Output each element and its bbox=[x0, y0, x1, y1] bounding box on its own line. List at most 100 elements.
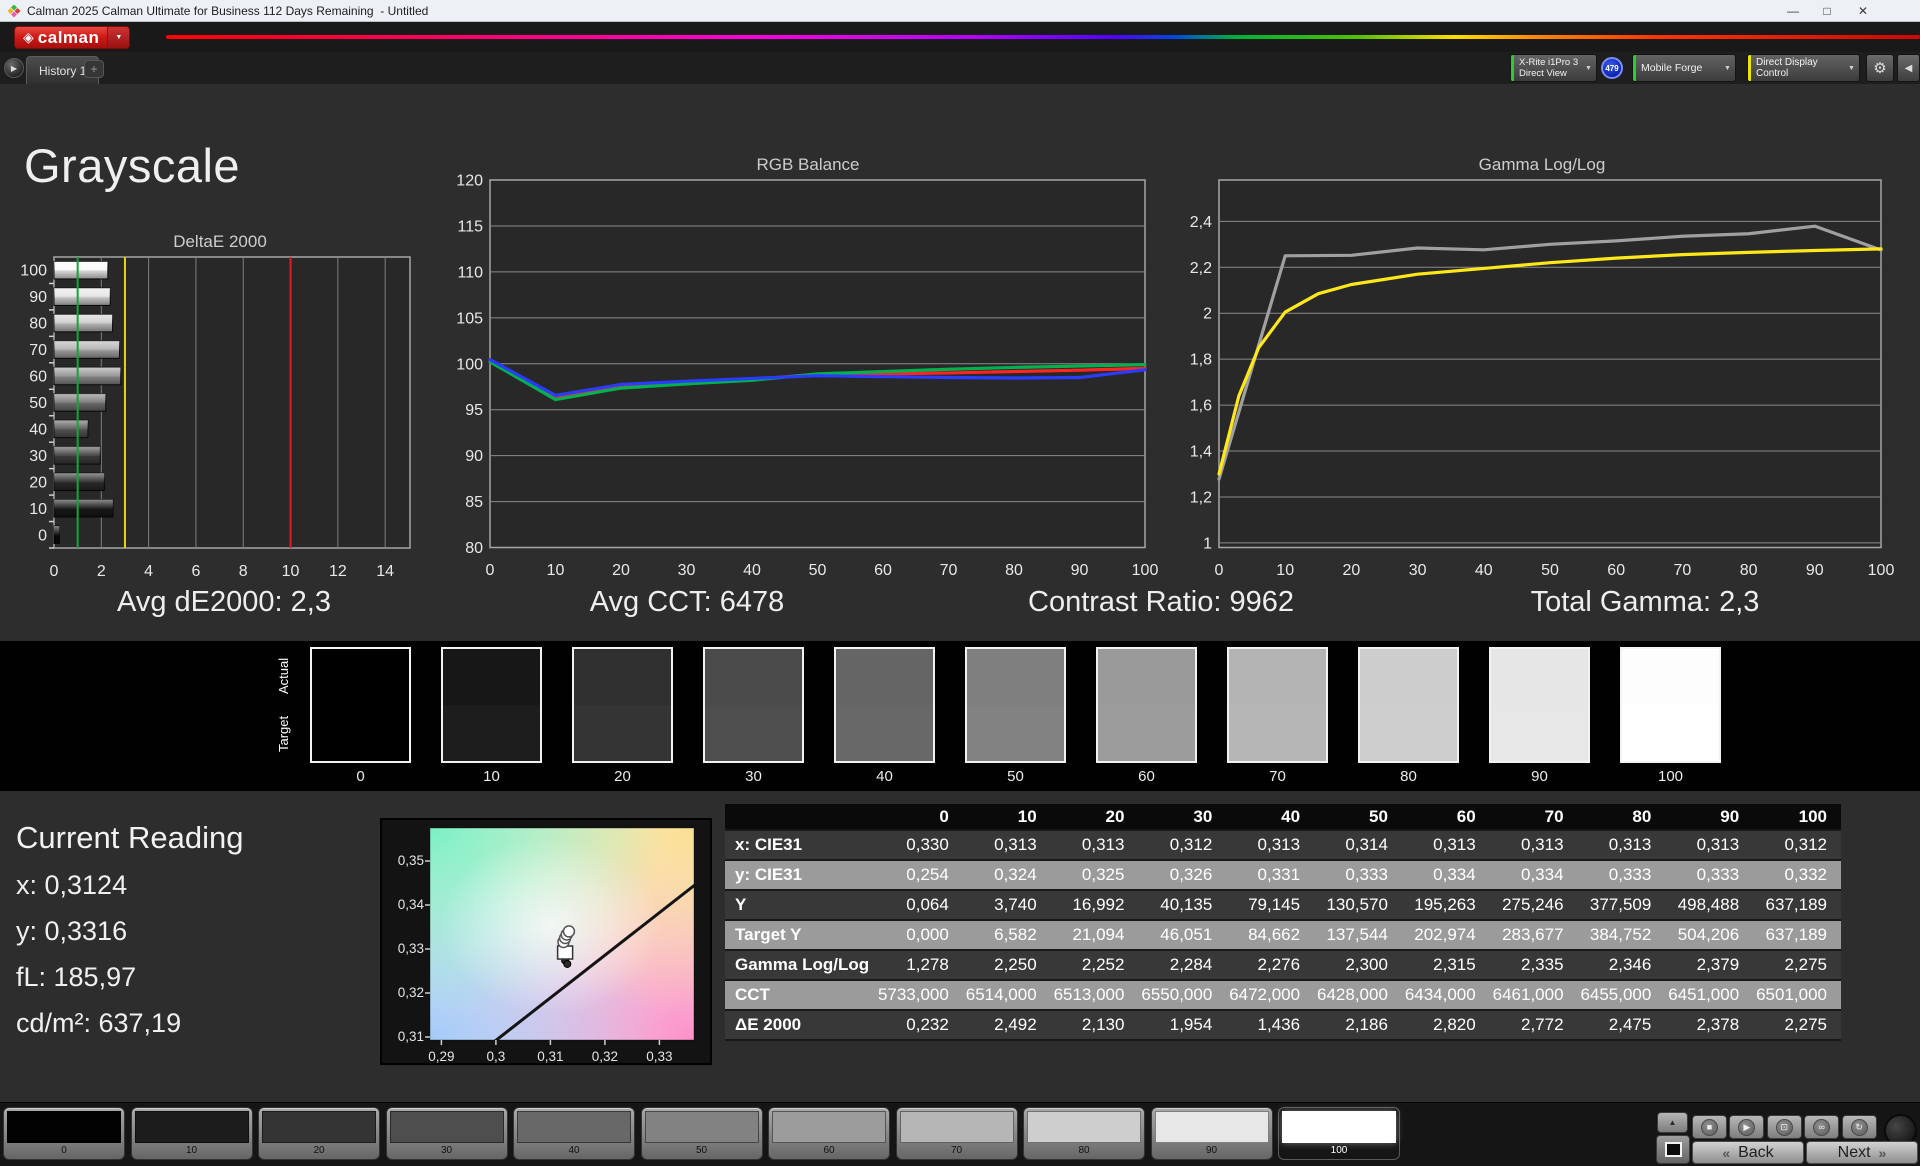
cie-xtick-label: 0,3 bbox=[474, 1049, 518, 1064]
page-title: Grayscale bbox=[24, 138, 240, 193]
pattern-bar-expand-button[interactable]: ▲ bbox=[1657, 1112, 1688, 1133]
swatch-label: 80 bbox=[1358, 768, 1459, 785]
table-cell: 130,570 bbox=[1314, 890, 1402, 920]
swatch-actual-color bbox=[443, 649, 540, 705]
table-cell: 2,378 bbox=[1665, 1010, 1753, 1040]
gamma-title: Gamma Log/Log bbox=[1479, 155, 1606, 174]
table-cell: 40,135 bbox=[1138, 890, 1226, 920]
table-cell: 0,313 bbox=[963, 830, 1051, 860]
rgb-ytick-label: 110 bbox=[457, 264, 483, 281]
cie-chart-overlay bbox=[380, 818, 712, 1065]
stat-contrast-ratio: Contrast Ratio: 9962 bbox=[1028, 586, 1294, 619]
table-cell: 275,246 bbox=[1490, 890, 1578, 920]
pattern-tile-0[interactable]: 0 bbox=[3, 1107, 125, 1160]
stat-total-gamma: Total Gamma: 2,3 bbox=[1531, 586, 1760, 619]
table-col-header-10: 10 bbox=[963, 804, 1051, 830]
rgb-xtick-label: 0 bbox=[486, 562, 495, 579]
cie-history-point bbox=[564, 960, 571, 967]
pattern-tile-label: 10 bbox=[132, 1145, 252, 1156]
display-control-dropdown[interactable]: Direct Display Control ▼ bbox=[1747, 54, 1860, 82]
table-cell: 2,492 bbox=[963, 1010, 1051, 1040]
rgb-xtick-label: 40 bbox=[743, 562, 761, 579]
deltae-xtick-label: 0 bbox=[50, 563, 59, 580]
gamma-xtick-label: 10 bbox=[1276, 562, 1294, 579]
loop-button[interactable]: ↻ bbox=[1842, 1115, 1877, 1139]
pattern-patch-color bbox=[1027, 1111, 1141, 1143]
settings-button[interactable]: ⚙ bbox=[1866, 54, 1894, 82]
table-row: Y0,0643,74016,99240,13579,145130,570195,… bbox=[725, 890, 1841, 920]
meter-name: X-Rite i1Pro 3 bbox=[1519, 57, 1579, 68]
table-cell: 1,278 bbox=[875, 950, 963, 980]
maximize-icon[interactable]: □ bbox=[1810, 0, 1844, 22]
deltae-xtick-label: 14 bbox=[376, 563, 394, 580]
chevron-left-icon: ◀ bbox=[1905, 63, 1913, 74]
pattern-tile-50[interactable]: 50 bbox=[641, 1107, 763, 1160]
grayscale-swatch-strip: Actual Target 0102030405060708090100 bbox=[0, 641, 1920, 791]
table-col-header-60: 60 bbox=[1402, 804, 1490, 830]
gamma-ytick-label: 2 bbox=[1203, 306, 1212, 323]
pattern-tile-label: 80 bbox=[1024, 1145, 1144, 1156]
collapse-panel-button[interactable]: ◀ bbox=[1897, 54, 1920, 82]
stop-button[interactable]: ■ bbox=[1692, 1115, 1727, 1139]
pattern-tile-30[interactable]: 30 bbox=[386, 1107, 508, 1160]
pattern-patch-color bbox=[7, 1111, 121, 1143]
table-cell: 2,315 bbox=[1402, 950, 1490, 980]
pattern-size-button[interactable]: ⊡ bbox=[1767, 1115, 1802, 1139]
rgb-xtick-label: 30 bbox=[678, 562, 696, 579]
table-row: Target Y0,0006,58221,09446,05184,662137,… bbox=[725, 920, 1841, 950]
play-button[interactable]: ▶ bbox=[1729, 1115, 1764, 1139]
pattern-tile-label: 30 bbox=[387, 1145, 507, 1156]
table-cell: 6434,000 bbox=[1402, 980, 1490, 1010]
display-control-name: Direct Display Control bbox=[1756, 57, 1842, 79]
pattern-tile-label: 60 bbox=[769, 1145, 889, 1156]
pattern-tile-70[interactable]: 70 bbox=[896, 1107, 1018, 1160]
deltae-ytick-label: 100 bbox=[20, 263, 47, 280]
swatch-target-color bbox=[1622, 705, 1719, 761]
continuous-icon: ∞ bbox=[1813, 1119, 1830, 1136]
swatch-50 bbox=[965, 647, 1066, 763]
pattern-tile-10[interactable]: 10 bbox=[131, 1107, 253, 1160]
back-button[interactable]: « Back bbox=[1692, 1141, 1804, 1164]
table-cell: 504,206 bbox=[1665, 920, 1753, 950]
swatch-20 bbox=[572, 647, 673, 763]
pattern-source-dropdown[interactable]: Mobile Forge ▼ bbox=[1632, 54, 1736, 82]
table-cell: 2,335 bbox=[1490, 950, 1578, 980]
chevron-down-icon[interactable]: ▼ bbox=[107, 27, 129, 48]
swatch-actual-color bbox=[1491, 649, 1588, 705]
pattern-tile-90[interactable]: 90 bbox=[1151, 1107, 1273, 1160]
deltae-ytick-label: 50 bbox=[29, 395, 47, 412]
swatch-label: 90 bbox=[1489, 768, 1590, 785]
add-tab-button[interactable]: + bbox=[84, 60, 104, 78]
gamma-xtick-label: 30 bbox=[1409, 562, 1427, 579]
table-cell: 0,064 bbox=[875, 890, 963, 920]
deltae-xtick-label: 4 bbox=[144, 563, 153, 580]
table-cell: 0,331 bbox=[1226, 860, 1314, 890]
pattern-window-button[interactable] bbox=[1656, 1135, 1690, 1164]
pattern-tile-20[interactable]: 20 bbox=[258, 1107, 380, 1160]
calman-menu-button[interactable]: ◈ calman ▼ bbox=[14, 26, 130, 49]
table-cell: 0,334 bbox=[1490, 860, 1578, 890]
rgb-xtick-label: 70 bbox=[940, 562, 958, 579]
pattern-tile-40[interactable]: 40 bbox=[513, 1107, 635, 1160]
meter-dropdown[interactable]: X-Rite i1Pro 3 Direct View ▼ bbox=[1510, 54, 1597, 82]
calman-logo-text: calman bbox=[38, 28, 108, 48]
table-cell: 2,475 bbox=[1578, 1010, 1666, 1040]
pattern-tile-100[interactable]: 100 bbox=[1278, 1107, 1400, 1160]
pattern-tile-80[interactable]: 80 bbox=[1023, 1107, 1145, 1160]
workflow-expand-button[interactable]: ▶ bbox=[4, 58, 24, 78]
pattern-tile-label: 40 bbox=[514, 1145, 634, 1156]
pattern-tile-60[interactable]: 60 bbox=[768, 1107, 890, 1160]
table-col-header-70: 70 bbox=[1490, 804, 1578, 830]
close-icon[interactable]: ✕ bbox=[1846, 0, 1880, 22]
gamma-loglog-chart: Gamma Log/Log11,21,41,61,822,22,40102030… bbox=[1160, 140, 1920, 590]
table-cell: 0,324 bbox=[963, 860, 1051, 890]
table-cell: 3,740 bbox=[963, 890, 1051, 920]
chevron-right-icon: » bbox=[1879, 1145, 1887, 1161]
reading-y: y: 0,3316 bbox=[16, 916, 127, 947]
brand-bar: ◈ calman ▼ bbox=[0, 22, 1920, 52]
rgb-ytick-label: 105 bbox=[456, 310, 483, 327]
continuous-button[interactable]: ∞ bbox=[1804, 1115, 1839, 1139]
table-header-row: 0102030405060708090100 bbox=[725, 804, 1841, 830]
next-button[interactable]: Next » bbox=[1806, 1141, 1918, 1164]
minimize-icon[interactable]: — bbox=[1776, 0, 1810, 22]
